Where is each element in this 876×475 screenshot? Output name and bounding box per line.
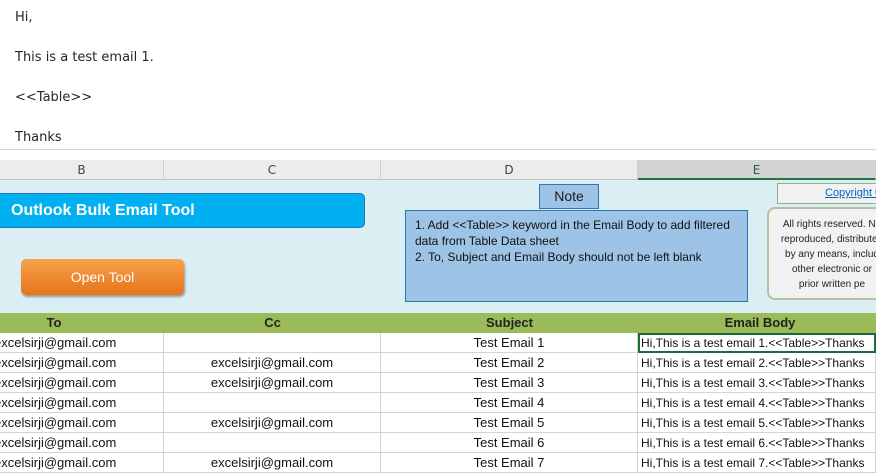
cell-content-preview[interactable]: Hi, This is a test email 1. <<Table>> Th… (0, 0, 876, 150)
header-email-body: Email Body (724, 315, 796, 330)
cc-cell[interactable] (164, 393, 381, 413)
open-tool-button[interactable]: Open Tool (21, 259, 184, 295)
cc-cell[interactable]: excelsirji@gmail.com (164, 353, 381, 373)
column-header-c[interactable]: C (164, 160, 381, 180)
email-body-cell[interactable]: Hi,This is a test email 6.<<Table>>Thank… (638, 433, 876, 453)
email-table: excelsirji@gmail.com Test Email 1 Hi,Thi… (0, 333, 876, 473)
to-cell[interactable]: excelsirji@gmail.com (0, 353, 164, 373)
table-row: excelsirji@gmail.com excelsirji@gmail.co… (0, 353, 876, 373)
note-box: 1. Add <<Table>> keyword in the Email Bo… (405, 210, 748, 302)
to-cell[interactable]: excelsirji@gmail.com (0, 333, 164, 353)
header-to: To (46, 315, 62, 330)
note-line: 2. To, Subject and Email Body should not… (415, 250, 702, 264)
to-cell[interactable]: excelsirji@gmail.com (0, 373, 164, 393)
subject-cell[interactable]: Test Email 7 (381, 453, 638, 473)
preview-line: This is a test email 1. (15, 50, 154, 65)
email-body-cell[interactable]: Hi,This is a test email 7.<<Table>>Thank… (638, 453, 876, 473)
table-row: excelsirji@gmail.com Test Email 4 Hi,Thi… (0, 393, 876, 413)
rights-line: prior written pe (798, 279, 866, 290)
table-row: excelsirji@gmail.com excelsirji@gmail.co… (0, 413, 876, 433)
tool-title: Outlook Bulk Email Tool (0, 193, 365, 228)
table-row: excelsirji@gmail.com Test Email 1 Hi,Thi… (0, 333, 876, 353)
email-body-cell[interactable]: Hi,This is a test email 1.<<Table>>Thank… (638, 333, 876, 353)
subject-cell[interactable]: Test Email 4 (381, 393, 638, 413)
email-body-cell[interactable]: Hi,This is a test email 2.<<Table>>Thank… (638, 353, 876, 373)
rights-line: All rights reserved. No (782, 219, 876, 230)
email-body-cell[interactable]: Hi,This is a test email 3.<<Table>>Thank… (638, 373, 876, 393)
cc-cell[interactable] (164, 433, 381, 453)
preview-line: Thanks (15, 130, 62, 145)
subject-cell[interactable]: Test Email 6 (381, 433, 638, 453)
rights-line: by any means, includ (785, 249, 876, 260)
table-row: excelsirji@gmail.com excelsirji@gmail.co… (0, 453, 876, 473)
rights-notice: All rights reserved. No reproduced, dist… (767, 207, 876, 300)
to-cell[interactable]: excelsirji@gmail.com (0, 413, 164, 433)
preview-line: Hi, (15, 10, 33, 25)
column-header-bar: B C D E (0, 160, 876, 180)
to-cell[interactable]: excelsirji@gmail.com (0, 453, 164, 473)
email-body-cell[interactable]: Hi,This is a test email 4.<<Table>>Thank… (638, 393, 876, 413)
preview-line: <<Table>> (15, 90, 93, 105)
header-cc: Cc (264, 315, 281, 330)
email-body-cell[interactable]: Hi,This is a test email 5.<<Table>>Thank… (638, 413, 876, 433)
cc-cell[interactable]: excelsirji@gmail.com (164, 453, 381, 473)
subject-cell[interactable]: Test Email 2 (381, 353, 638, 373)
cc-cell[interactable]: excelsirji@gmail.com (164, 413, 381, 433)
column-header-d[interactable]: D (381, 160, 638, 180)
rights-line: reproduced, distributed (780, 234, 876, 245)
note-line: 1. Add <<Table>> keyword in the Email Bo… (415, 218, 730, 232)
cc-cell[interactable] (164, 333, 381, 353)
to-cell[interactable]: excelsirji@gmail.com (0, 433, 164, 453)
note-line: data from Table Data sheet (415, 234, 559, 248)
table-row: excelsirji@gmail.com Test Email 6 Hi,Thi… (0, 433, 876, 453)
table-row: excelsirji@gmail.com excelsirji@gmail.co… (0, 373, 876, 393)
subject-cell[interactable]: Test Email 5 (381, 413, 638, 433)
cc-cell[interactable]: excelsirji@gmail.com (164, 373, 381, 393)
rights-line: other electronic or (791, 264, 873, 275)
subject-cell[interactable]: Test Email 3 (381, 373, 638, 393)
note-label: Note (539, 184, 599, 209)
table-header: To Cc Subject Email Body (0, 313, 876, 333)
copyright-link[interactable]: Copyright © (777, 183, 876, 204)
column-header-e[interactable]: E (638, 160, 876, 180)
to-cell[interactable]: excelsirji@gmail.com (0, 393, 164, 413)
column-header-b[interactable]: B (0, 160, 164, 180)
header-subject: Subject (486, 315, 533, 330)
subject-cell[interactable]: Test Email 1 (381, 333, 638, 353)
